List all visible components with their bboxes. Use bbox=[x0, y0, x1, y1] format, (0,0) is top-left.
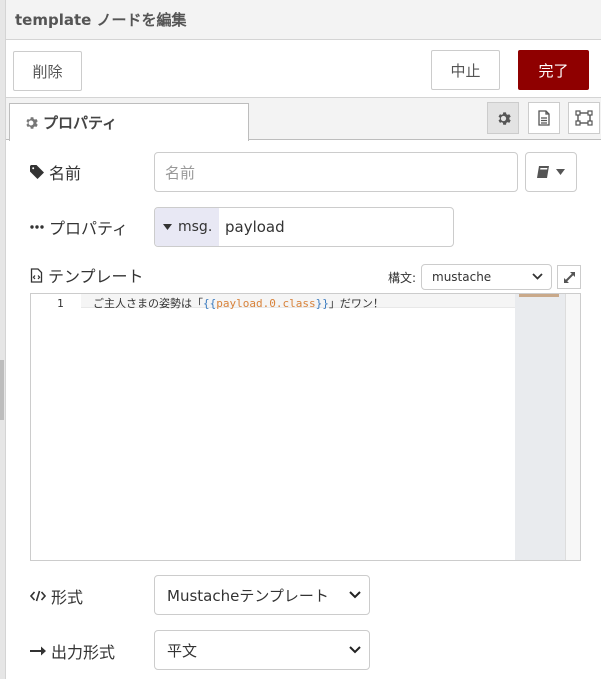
tab-bar: プロパティ bbox=[6, 98, 601, 141]
file-code-icon bbox=[30, 267, 43, 283]
format-label-row: 形式 bbox=[30, 584, 83, 608]
output-label: 出力形式 bbox=[51, 643, 116, 662]
name-label: 名前 bbox=[49, 164, 82, 183]
property-value[interactable]: payload bbox=[219, 208, 453, 246]
mustache-open: {{ bbox=[203, 297, 217, 310]
dialog-titlebar: template ノードを編集 bbox=[6, 0, 601, 40]
ellipsis-icon bbox=[30, 225, 44, 229]
settings-tab-button[interactable] bbox=[487, 102, 519, 134]
file-text-icon bbox=[538, 110, 550, 126]
name-label-row: 名前 bbox=[30, 160, 81, 184]
dialog-toolbar: 削除 中止 完了 bbox=[6, 40, 601, 98]
template-label-row: テンプレート bbox=[30, 263, 144, 287]
chevron-down-icon bbox=[349, 591, 361, 599]
book-icon bbox=[537, 166, 549, 178]
syntax-value: mustache bbox=[432, 270, 492, 284]
gear-icon bbox=[498, 111, 511, 125]
delete-button[interactable]: 削除 bbox=[13, 51, 82, 91]
appearance-tab-button[interactable] bbox=[568, 102, 600, 134]
done-button[interactable]: 完了 bbox=[518, 50, 589, 90]
node-appearance-icon bbox=[575, 110, 593, 126]
format-select[interactable]: Mustacheテンプレート bbox=[154, 575, 370, 615]
property-typed-input[interactable]: msg. payload bbox=[154, 207, 454, 247]
format-value: Mustacheテンプレート bbox=[167, 586, 329, 605]
minimap-line-mark bbox=[519, 294, 559, 297]
resize-grip[interactable] bbox=[0, 360, 4, 420]
output-value: 平文 bbox=[167, 641, 198, 660]
template-label: テンプレート bbox=[48, 267, 144, 286]
tab-properties-label: プロパティ bbox=[43, 114, 118, 132]
chevron-down-icon bbox=[532, 273, 543, 280]
expand-icon bbox=[563, 271, 575, 283]
property-label-row: プロパティ bbox=[30, 215, 128, 239]
description-tab-button[interactable] bbox=[528, 102, 560, 134]
property-label: プロパティ bbox=[49, 219, 129, 238]
mustache-expression: payload.0.class bbox=[216, 297, 316, 310]
line-number: 1 bbox=[57, 297, 64, 310]
template-code-editor[interactable]: 1 ご主人さまの姿勢は「{{payload.0.class}}」だワン！ bbox=[30, 293, 581, 561]
tag-icon bbox=[30, 165, 44, 179]
format-label: 形式 bbox=[51, 588, 84, 607]
code-line[interactable]: ご主人さまの姿勢は「{{payload.0.class}}」だワン！ bbox=[93, 295, 384, 311]
name-library-button[interactable] bbox=[525, 152, 577, 192]
property-type-selector[interactable]: msg. bbox=[155, 208, 219, 246]
name-input[interactable]: 名前 bbox=[154, 152, 518, 192]
expand-editor-button[interactable] bbox=[557, 265, 581, 289]
cancel-button[interactable]: 中止 bbox=[431, 50, 500, 90]
output-format-select[interactable]: 平文 bbox=[154, 630, 370, 670]
mustache-close: }} bbox=[315, 297, 329, 310]
property-prefix: msg. bbox=[178, 219, 213, 235]
syntax-select[interactable]: mustache bbox=[421, 264, 552, 290]
chevron-down-icon bbox=[349, 646, 361, 654]
chevron-down-icon bbox=[556, 169, 565, 175]
gear-icon bbox=[26, 116, 38, 129]
tab-properties[interactable]: プロパティ bbox=[9, 103, 249, 141]
editor-minimap[interactable] bbox=[515, 294, 565, 560]
dialog-title: template ノードを編集 bbox=[15, 11, 187, 29]
syntax-label: 構文: bbox=[388, 271, 417, 285]
arrow-right-icon bbox=[30, 646, 46, 656]
code-text-after: 」だワン！ bbox=[328, 297, 384, 310]
code-icon bbox=[30, 590, 46, 602]
editor-scrollbar[interactable] bbox=[565, 294, 580, 560]
caret-down-icon bbox=[163, 224, 172, 230]
output-label-row: 出力形式 bbox=[30, 639, 115, 663]
code-text-before: ご主人さまの姿勢は「 bbox=[93, 297, 203, 310]
